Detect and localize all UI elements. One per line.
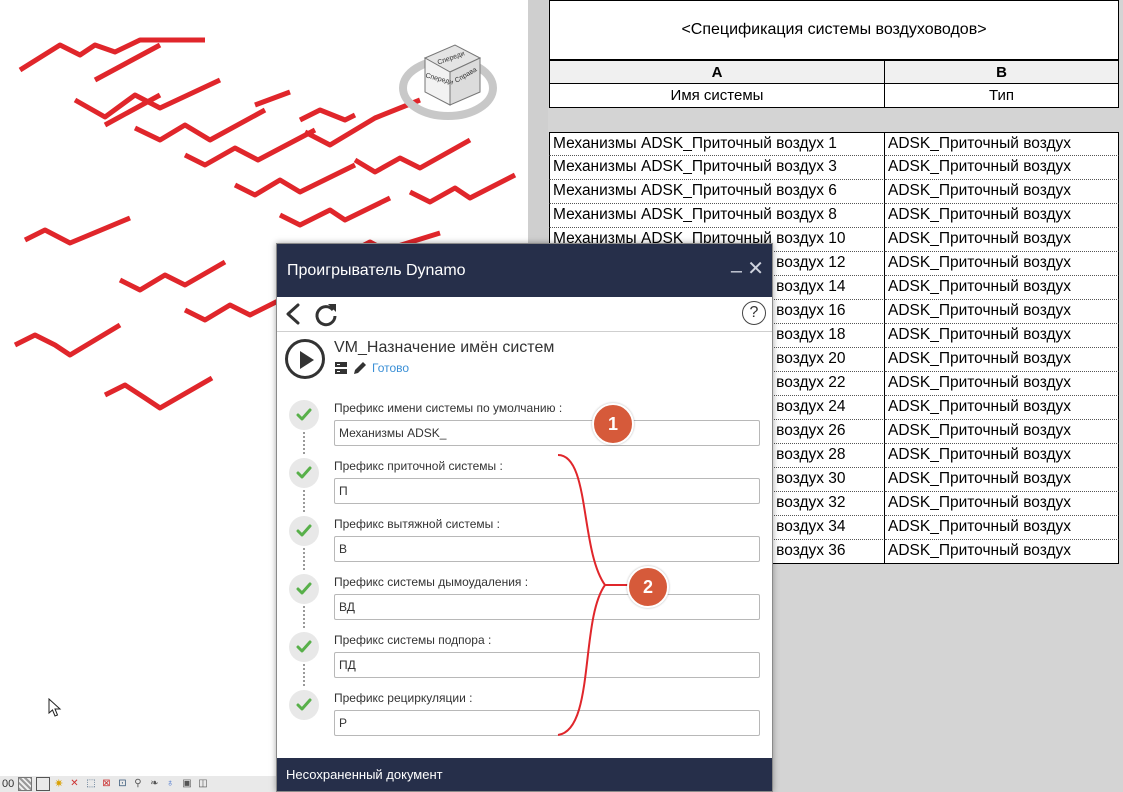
visual-style-icon[interactable] bbox=[36, 777, 51, 791]
cell-type[interactable]: ADSK_Приточный воздух bbox=[885, 372, 1119, 396]
field-label: Префикс системы дымоудаления : bbox=[334, 575, 529, 589]
unlock-3d-icon[interactable]: ⊡ bbox=[118, 778, 130, 790]
play-icon bbox=[300, 351, 314, 369]
reveal-hidden-icon[interactable]: ❧ bbox=[150, 778, 162, 790]
field-label: Префикс имени системы по умолчанию : bbox=[334, 401, 563, 415]
table-row[interactable]: Механизмы ADSK_Приточный воздух 8 ADSK_Пр… bbox=[549, 204, 1119, 228]
input-valid-check-icon bbox=[289, 632, 319, 662]
cell-type[interactable]: ADSK_Приточный воздух bbox=[885, 204, 1119, 228]
cell-type[interactable]: ADSK_Приточный воздух bbox=[885, 228, 1119, 252]
input-valid-check-icon bbox=[289, 516, 319, 546]
cell-type[interactable]: ADSK_Приточный воздух bbox=[885, 252, 1119, 276]
detail-level-icon[interactable] bbox=[18, 777, 33, 791]
script-status-row: Готово bbox=[334, 360, 409, 376]
cell-type[interactable]: ADSK_Приточный воздух bbox=[885, 156, 1119, 180]
view-control-bar: 00 ✷ ✕ ⬚ ⊠ ⊡ ⚲ ❧ ♁ ▣ ◫ bbox=[0, 776, 276, 792]
temporary-hide-icon[interactable]: ⚲ bbox=[134, 778, 146, 790]
cell-type[interactable]: ADSK_Приточный воздух bbox=[885, 396, 1119, 420]
annotation-badge-2: 2 bbox=[627, 566, 669, 608]
prefix-input[interactable]: ВД bbox=[334, 594, 760, 620]
step-connector bbox=[303, 432, 307, 454]
dynamo-toolbar: ? bbox=[277, 297, 772, 332]
prefix-input[interactable]: ПД bbox=[334, 652, 760, 678]
input-valid-check-icon bbox=[289, 574, 319, 604]
close-icon[interactable]: ✕ bbox=[747, 256, 764, 281]
highlight-displacement-icon[interactable]: ◫ bbox=[198, 778, 210, 790]
cell-type[interactable]: ADSK_Приточный воздух bbox=[885, 276, 1119, 300]
field-label: Префикс системы подпора : bbox=[334, 633, 492, 647]
step-connector bbox=[303, 548, 307, 570]
cell-system-name[interactable]: Механизмы ADSK_Приточный воздух 3 bbox=[549, 156, 885, 180]
dynamo-status-bar: Несохраненный документ bbox=[277, 758, 772, 791]
cell-type[interactable]: ADSK_Приточный воздух bbox=[885, 180, 1119, 204]
column-letter-a[interactable]: A bbox=[549, 60, 885, 84]
cell-type[interactable]: ADSK_Приточный воздух bbox=[885, 492, 1119, 516]
cell-system-name[interactable]: Механизмы ADSK_Приточный воздух 1 bbox=[549, 132, 885, 156]
revit-link-icon bbox=[335, 362, 347, 374]
field-label: Префикс вытяжной системы : bbox=[334, 517, 500, 531]
step-connector bbox=[303, 606, 307, 628]
cell-system-name[interactable]: Механизмы ADSK_Приточный воздух 8 bbox=[549, 204, 885, 228]
column-letter-b[interactable]: B bbox=[885, 60, 1119, 84]
dynamo-title-bar[interactable]: Проигрыватель Dynamo – ✕ bbox=[277, 244, 772, 297]
cell-type[interactable]: ADSK_Приточный воздух bbox=[885, 300, 1119, 324]
column-header-system-name: Имя системы bbox=[549, 84, 885, 108]
cell-type[interactable]: ADSK_Приточный воздух bbox=[885, 324, 1119, 348]
prefix-input[interactable]: П bbox=[334, 478, 760, 504]
step-connector bbox=[303, 664, 307, 686]
mouse-cursor-icon bbox=[48, 698, 62, 717]
table-row[interactable]: Механизмы ADSK_Приточный воздух 1 ADSK_Пр… bbox=[549, 132, 1119, 156]
help-icon[interactable]: ? bbox=[742, 301, 766, 325]
column-names-row: Имя системы Тип bbox=[549, 84, 1119, 108]
worksharing-icon[interactable]: ♁ bbox=[166, 778, 178, 790]
input-valid-check-icon bbox=[289, 400, 319, 430]
minimize-icon[interactable]: – bbox=[731, 260, 742, 283]
prefix-input[interactable]: Механизмы ADSK_ bbox=[334, 420, 760, 446]
shadows-icon[interactable]: ✕ bbox=[70, 778, 82, 790]
schedule-title: <Спецификация системы воздуховодов> bbox=[549, 0, 1119, 60]
field-label: Префикс приточной системы : bbox=[334, 459, 503, 473]
show-crop-icon[interactable]: ⊠ bbox=[102, 778, 114, 790]
script-status: Готово bbox=[372, 361, 410, 375]
cell-type[interactable]: ADSK_Приточный воздух bbox=[885, 132, 1119, 156]
sun-path-icon[interactable]: ✷ bbox=[54, 778, 66, 790]
column-header-type: Тип bbox=[885, 84, 1119, 108]
cell-type[interactable]: ADSK_Приточный воздух bbox=[885, 540, 1119, 564]
cell-type[interactable]: ADSK_Приточный воздух bbox=[885, 444, 1119, 468]
cell-type[interactable]: ADSK_Приточный воздух bbox=[885, 468, 1119, 492]
back-arrow-icon[interactable] bbox=[283, 302, 305, 326]
script-name: VM_Назначение имён систем bbox=[334, 339, 555, 356]
crop-view-icon[interactable]: ⬚ bbox=[86, 778, 98, 790]
annotation-badge-1: 1 bbox=[592, 403, 634, 445]
prefix-input[interactable]: В bbox=[334, 536, 760, 562]
input-valid-check-icon bbox=[289, 690, 319, 720]
dynamo-player-window[interactable]: Проигрыватель Dynamo – ✕ ? VM_Назначение… bbox=[276, 243, 773, 792]
table-row[interactable]: Механизмы ADSK_Приточный воздух 3 ADSK_Пр… bbox=[549, 156, 1119, 180]
analytical-model-icon[interactable]: ▣ bbox=[182, 778, 194, 790]
dynamo-window-title: Проигрыватель Dynamo bbox=[287, 261, 466, 279]
annotation-brace bbox=[557, 454, 630, 736]
input-valid-check-icon bbox=[289, 458, 319, 488]
table-row[interactable]: Механизмы ADSK_Приточный воздух 6 ADSK_Пр… bbox=[549, 180, 1119, 204]
refresh-icon[interactable] bbox=[313, 302, 339, 328]
cell-system-name[interactable]: Механизмы ADSK_Приточный воздух 6 bbox=[549, 180, 885, 204]
cell-type[interactable]: ADSK_Приточный воздух bbox=[885, 516, 1119, 540]
prefix-input[interactable]: Р bbox=[334, 710, 760, 736]
column-letters-row: A B bbox=[549, 60, 1119, 84]
cell-type[interactable]: ADSK_Приточный воздух bbox=[885, 420, 1119, 444]
scale-label[interactable]: 00 bbox=[2, 778, 14, 790]
run-script-button[interactable] bbox=[285, 339, 325, 379]
cell-type[interactable]: ADSK_Приточный воздух bbox=[885, 348, 1119, 372]
edit-pencil-icon[interactable] bbox=[352, 360, 368, 376]
step-connector bbox=[303, 490, 307, 512]
field-label: Префикс рециркуляции : bbox=[334, 691, 473, 705]
